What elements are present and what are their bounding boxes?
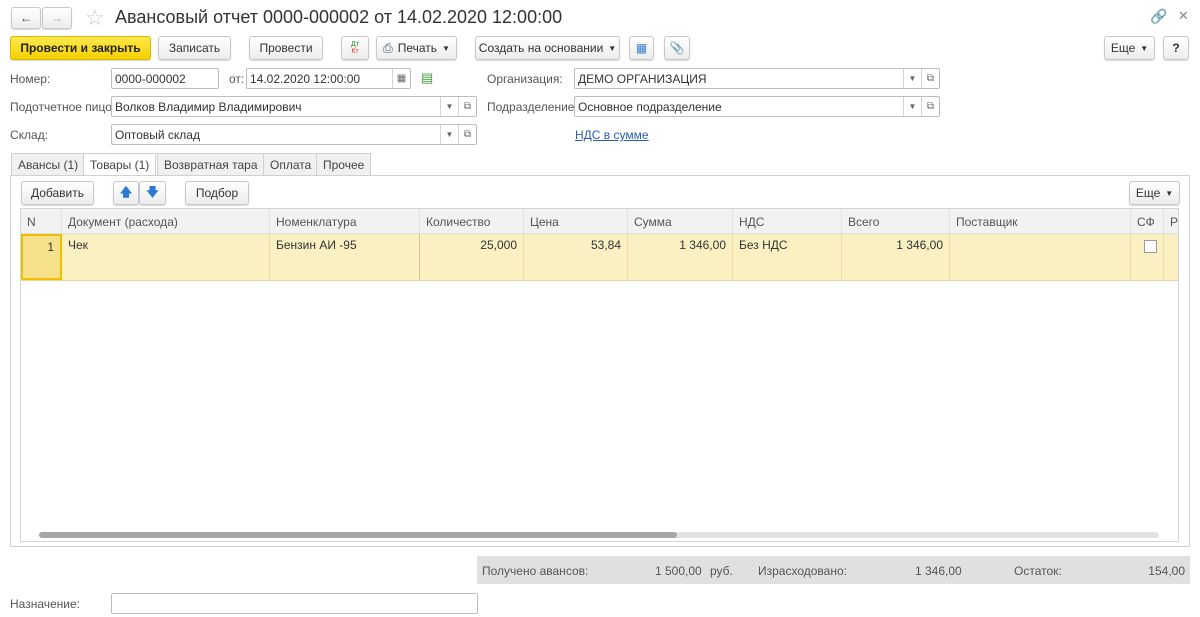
open-icon[interactable]: ⧉ bbox=[921, 69, 939, 88]
help-button[interactable]: ? bbox=[1163, 36, 1189, 60]
tab-returnable-packaging[interactable]: Возвратная тара bbox=[157, 153, 265, 175]
table-header: N Документ (расхода) Номенклатура Количе… bbox=[21, 209, 1178, 234]
rest-value: 154,00 bbox=[1148, 564, 1185, 578]
chevron-down-icon: ▼ bbox=[1165, 188, 1174, 198]
received-label: Получено авансов: bbox=[482, 564, 589, 578]
dropdown-icon[interactable]: ▼ bbox=[440, 97, 458, 116]
tab-advances[interactable]: Авансы (1) bbox=[11, 153, 86, 175]
calendar-icon[interactable]: ▦ bbox=[392, 69, 410, 88]
cell-sf bbox=[1131, 234, 1164, 280]
date-field[interactable]: 14.02.2020 12:00:00 ▦ bbox=[246, 68, 411, 89]
vat-link[interactable]: НДС в сумме bbox=[575, 128, 649, 142]
cell-n[interactable]: 1 bbox=[21, 234, 62, 280]
col-nomenclature[interactable]: Номенклатура bbox=[270, 209, 420, 234]
cell-supplier[interactable] bbox=[950, 234, 1131, 280]
tab-other[interactable]: Прочее bbox=[316, 153, 372, 175]
chevron-down-icon: ▼ bbox=[608, 43, 617, 53]
organization-label: Организация: bbox=[487, 72, 563, 86]
tab-goods[interactable]: Товары (1) bbox=[83, 153, 157, 176]
purpose-field[interactable] bbox=[111, 593, 478, 614]
purpose-label: Назначение: bbox=[10, 597, 81, 611]
received-value: 1 500,00 bbox=[655, 564, 702, 578]
col-document[interactable]: Документ (расхода) bbox=[62, 209, 270, 234]
scrollbar-thumb[interactable] bbox=[39, 532, 678, 538]
open-icon[interactable]: ⧉ bbox=[458, 125, 476, 144]
department-field[interactable]: Основное подразделение ▼ ⧉ bbox=[574, 96, 940, 117]
print-button[interactable]: ⎙ Печать ▼ bbox=[376, 36, 457, 60]
col-sf[interactable]: СФ bbox=[1131, 209, 1164, 234]
document-status-icon[interactable]: ▤ bbox=[421, 70, 433, 86]
pick-button[interactable]: Подбор bbox=[185, 181, 249, 205]
add-button[interactable]: Добавить bbox=[21, 181, 94, 205]
forward-button[interactable]: → bbox=[42, 7, 72, 29]
person-label: Подотчетное пицо: bbox=[10, 100, 116, 114]
col-quantity[interactable]: Количество bbox=[420, 209, 524, 234]
currency-label: руб. bbox=[710, 564, 733, 578]
table-row[interactable]: 1 Чек Бензин АИ -95 25,000 53,84 1 346,0… bbox=[21, 234, 1178, 281]
col-sum[interactable]: Сумма bbox=[628, 209, 733, 234]
dropdown-icon[interactable]: ▼ bbox=[903, 97, 921, 116]
cell-vat[interactable]: Без НДС bbox=[733, 234, 842, 280]
warehouse-label: Склад: bbox=[10, 128, 49, 142]
col-n[interactable]: N bbox=[21, 209, 62, 234]
table-more-button[interactable]: Еще ▼ bbox=[1129, 181, 1180, 205]
goods-table: N Документ (расхода) Номенклатура Количе… bbox=[20, 208, 1179, 542]
cell-document[interactable]: Чек bbox=[62, 234, 270, 280]
horizontal-scrollbar[interactable] bbox=[39, 532, 1159, 538]
col-vat[interactable]: НДС bbox=[733, 209, 842, 234]
structure-icon[interactable]: ▦ bbox=[629, 36, 654, 60]
cell-sum[interactable]: 1 346,00 bbox=[628, 234, 733, 280]
favorite-star-icon[interactable]: ☆ bbox=[85, 5, 105, 31]
dt-kt-button[interactable]: Дт Кт bbox=[341, 36, 369, 60]
warehouse-field[interactable]: Оптовый склад ▼ ⧉ bbox=[111, 124, 477, 145]
number-field[interactable]: 0000-000002 bbox=[111, 68, 219, 89]
post-and-close-button[interactable]: Провести и закрыть bbox=[10, 36, 151, 60]
more-button[interactable]: Еще ▼ bbox=[1104, 36, 1155, 60]
number-label: Номер: bbox=[10, 72, 51, 86]
post-button[interactable]: Провести bbox=[249, 36, 323, 60]
department-label: Подразделение: bbox=[487, 100, 578, 114]
person-field[interactable]: Волков Владимир Владимирович ▼ ⧉ bbox=[111, 96, 477, 117]
create-based-on-button[interactable]: Создать на основании ▼ bbox=[475, 36, 620, 60]
col-total[interactable]: Всего bbox=[842, 209, 950, 234]
close-icon[interactable]: ✕ bbox=[1178, 8, 1189, 24]
printer-icon: ⎙ bbox=[383, 40, 393, 55]
chevron-down-icon: ▼ bbox=[442, 43, 450, 53]
totals-panel: Получено авансов: 1 500,00 руб. Израсход… bbox=[477, 556, 1190, 584]
col-supplier[interactable]: Поставщик bbox=[950, 209, 1131, 234]
cell-quantity[interactable]: 25,000 bbox=[420, 234, 524, 280]
back-button[interactable]: ← bbox=[11, 7, 41, 29]
date-label: от: bbox=[229, 72, 245, 86]
cell-nomenclature[interactable]: Бензин АИ -95 bbox=[270, 234, 420, 280]
dropdown-icon[interactable]: ▼ bbox=[903, 69, 921, 88]
cell-total[interactable]: 1 346,00 bbox=[842, 234, 950, 280]
sf-checkbox[interactable] bbox=[1144, 240, 1157, 253]
link-icon[interactable]: 🔗 bbox=[1150, 8, 1167, 25]
move-down-button[interactable]: 🡇 bbox=[139, 181, 166, 205]
open-icon[interactable]: ⧉ bbox=[458, 97, 476, 116]
tab-payment[interactable]: Оплата bbox=[263, 153, 319, 175]
chevron-down-icon: ▼ bbox=[1140, 43, 1149, 53]
move-up-button[interactable]: 🡅 bbox=[113, 181, 139, 205]
open-icon[interactable]: ⧉ bbox=[921, 97, 939, 116]
rest-label: Остаток: bbox=[1014, 564, 1062, 578]
organization-field[interactable]: ДЕМО ОРГАНИЗАЦИЯ ▼ ⧉ bbox=[574, 68, 940, 89]
page-title: Авансовый отчет 0000-000002 от 14.02.202… bbox=[115, 7, 563, 27]
dropdown-icon[interactable]: ▼ bbox=[440, 125, 458, 144]
spent-label: Израсходовано: bbox=[758, 564, 847, 578]
spent-value: 1 346,00 bbox=[915, 564, 962, 578]
col-r[interactable]: Р bbox=[1164, 209, 1178, 234]
col-price[interactable]: Цена bbox=[524, 209, 628, 234]
save-button[interactable]: Записать bbox=[158, 36, 231, 60]
attachment-icon[interactable]: 📎 bbox=[664, 36, 690, 60]
cell-price[interactable]: 53,84 bbox=[524, 234, 628, 280]
